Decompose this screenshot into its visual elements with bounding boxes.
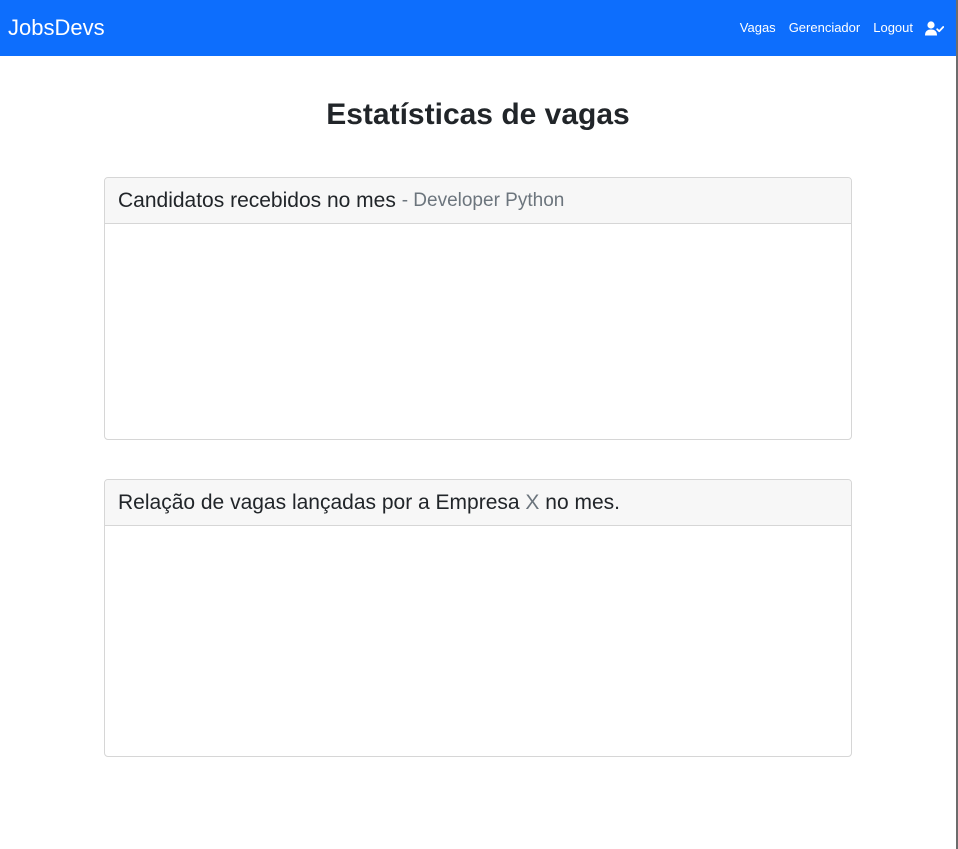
- brand-link[interactable]: JobsDevs: [8, 14, 105, 42]
- page-frame: JobsDevs Vagas Gerenciador Logout Estatí…: [0, 0, 958, 849]
- nav-link-logout[interactable]: Logout: [873, 18, 913, 38]
- jobs-card: Relação de vagas lançadas por a Empresa …: [104, 479, 852, 757]
- nav-link-gerenciador[interactable]: Gerenciador: [789, 18, 861, 38]
- candidates-card: Candidatos recebidos no mes - Developer …: [104, 177, 852, 440]
- user-check-icon[interactable]: [925, 20, 944, 36]
- candidates-card-subtitle: - Developer Python: [401, 189, 565, 211]
- candidates-chart-area: [105, 225, 851, 439]
- nav-links: Vagas Gerenciador Logout: [740, 18, 944, 38]
- jobs-card-title-prefix: Relação de vagas lançadas por a Empresa: [118, 490, 520, 514]
- company-name: X: [525, 490, 540, 514]
- candidates-card-title: Candidatos recebidos no mes: [118, 188, 396, 212]
- candidates-card-header: Candidatos recebidos no mes - Developer …: [105, 178, 851, 224]
- navbar: JobsDevs Vagas Gerenciador Logout: [0, 0, 956, 56]
- jobs-card-header: Relação de vagas lançadas por a Empresa …: [105, 480, 851, 526]
- jobs-chart-area: [105, 527, 851, 756]
- page-title: Estatísticas de vagas: [326, 98, 630, 131]
- nav-link-vagas[interactable]: Vagas: [740, 18, 776, 38]
- jobs-card-title-suffix: no mes.: [545, 490, 620, 514]
